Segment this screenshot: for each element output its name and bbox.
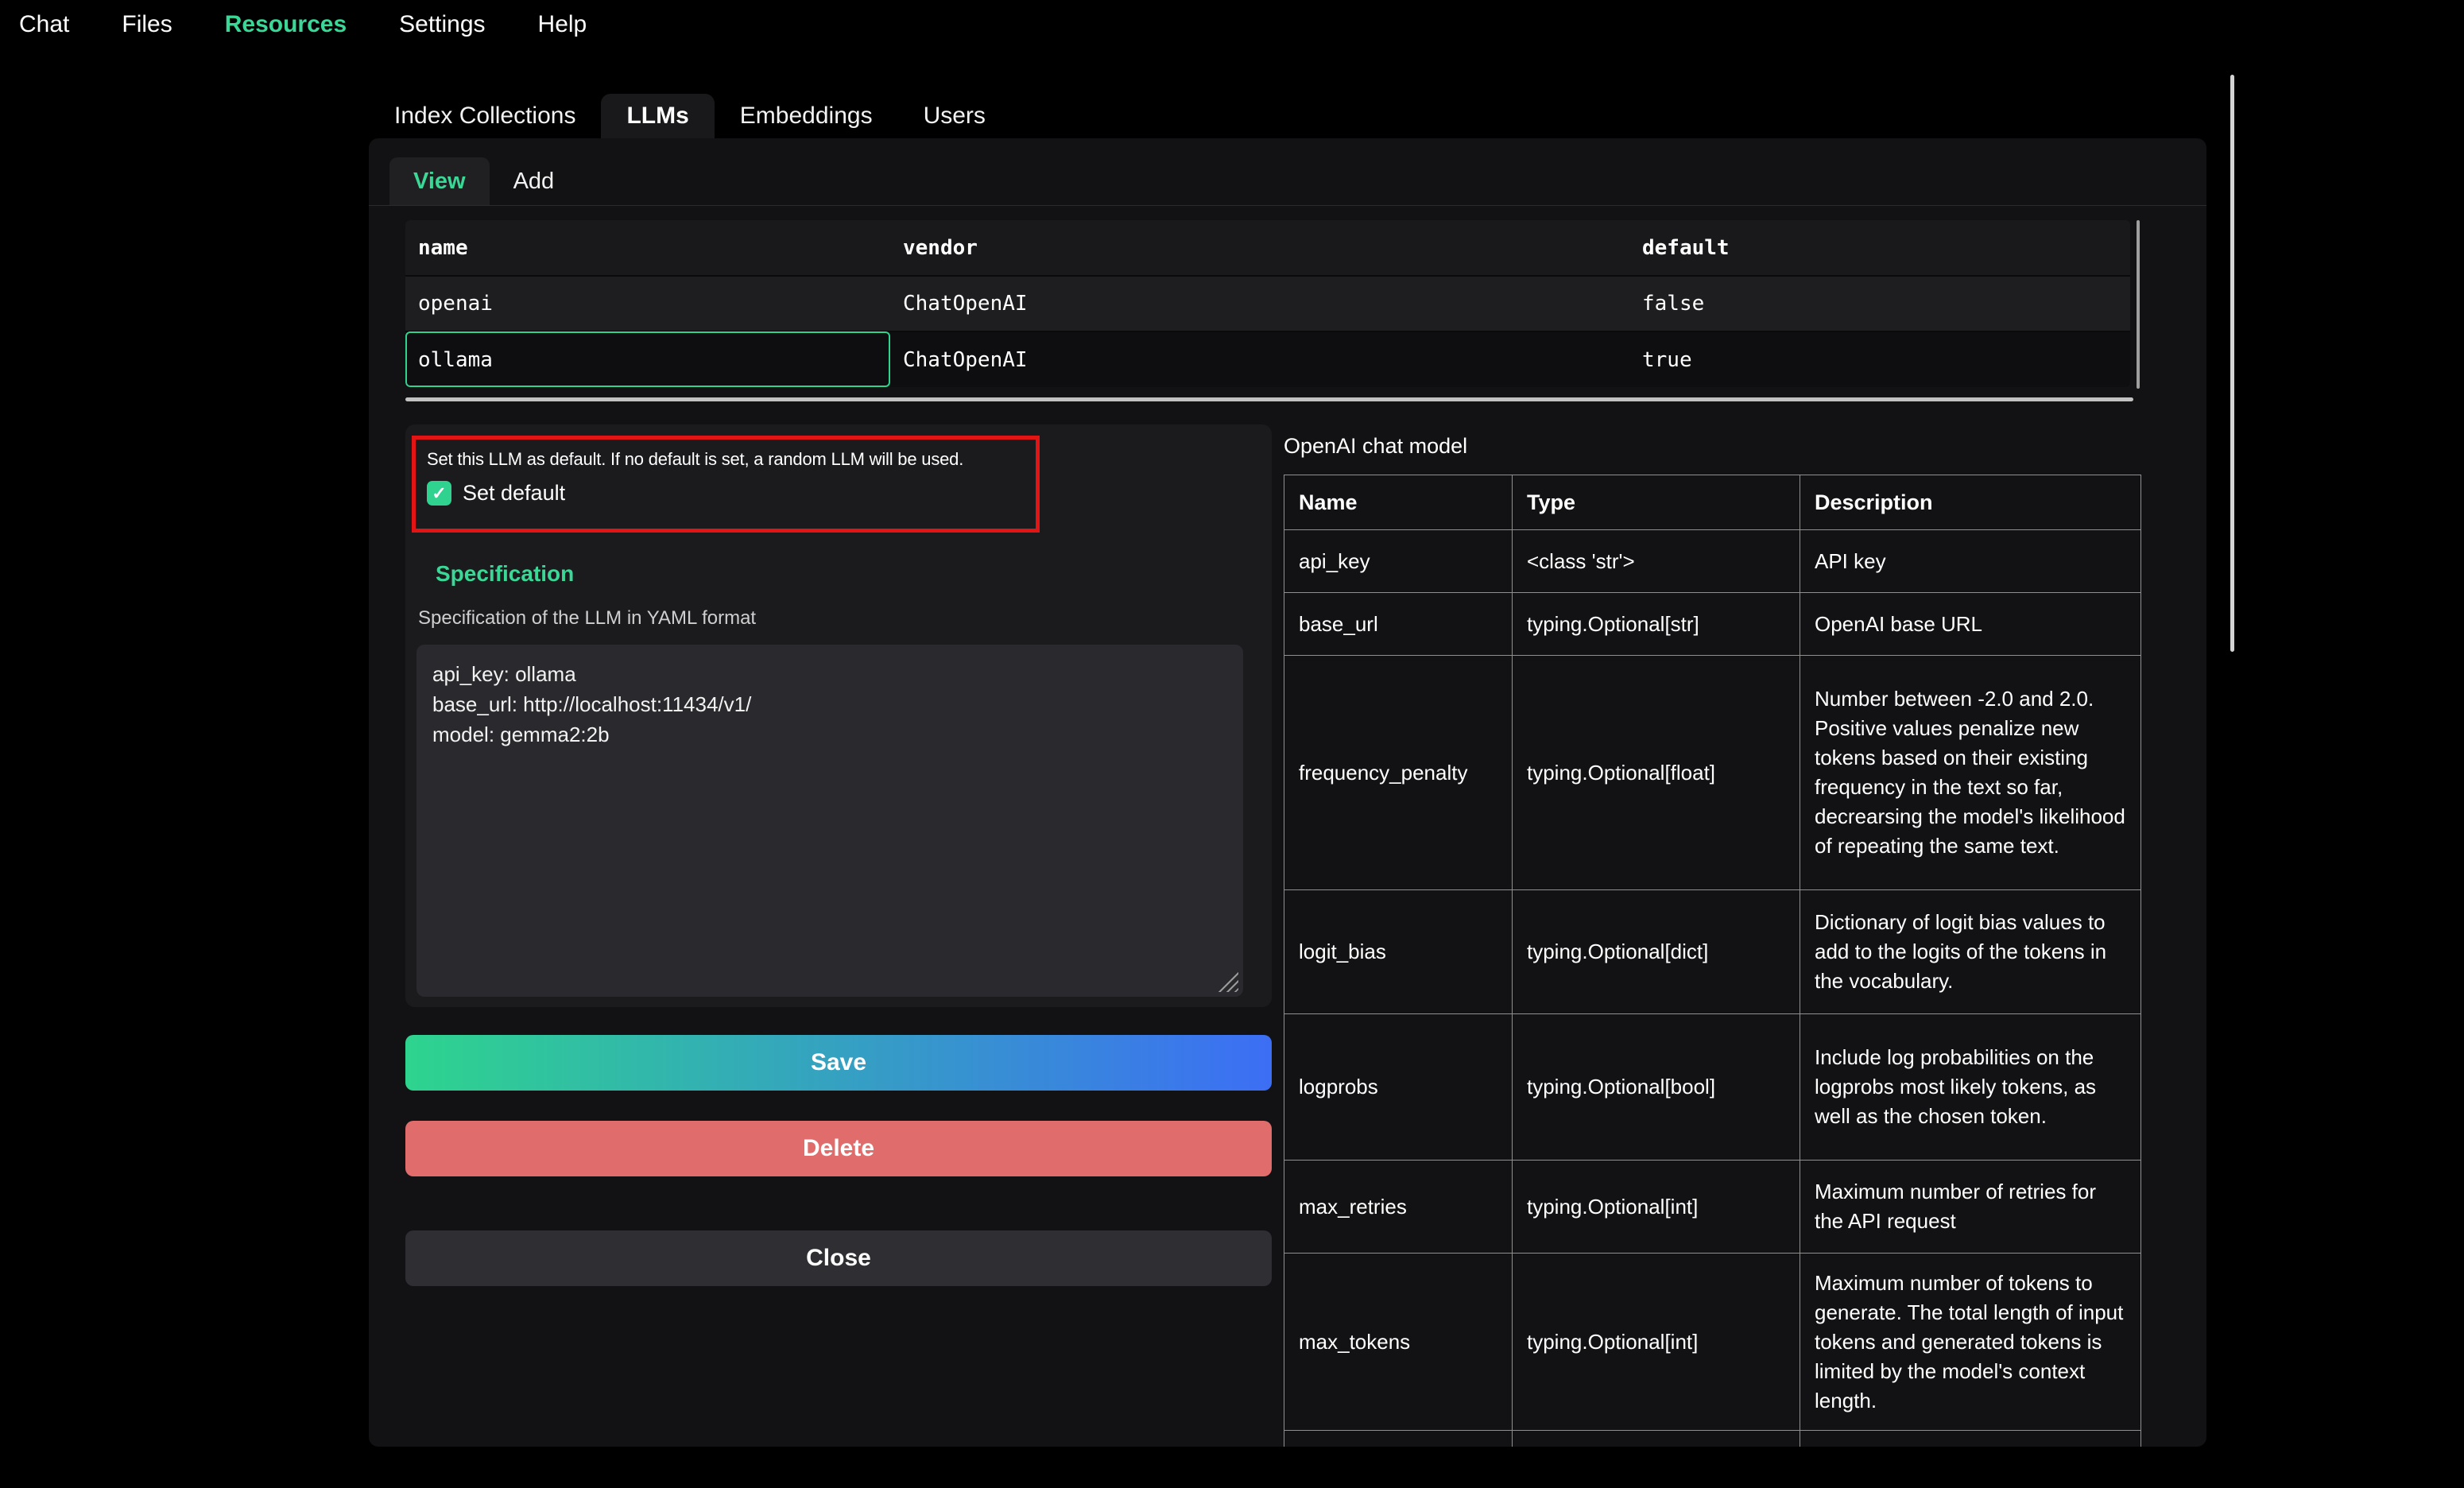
tab-embeddings[interactable]: Embeddings (715, 94, 898, 138)
doc-col-type: Type (1513, 475, 1800, 530)
llms-panel: View Add name vendor default openai Chat… (369, 138, 2206, 1447)
doc-row-api-key: api_key <class 'str'> API key (1284, 530, 2141, 593)
subtab-add[interactable]: Add (490, 157, 579, 205)
subtab-view[interactable]: View (389, 157, 490, 205)
doc-row-partial (1284, 1431, 2141, 1447)
llm-row-ollama[interactable]: ollama ChatOpenAI true (405, 331, 2130, 387)
llm-table-scrollbar-vertical[interactable] (2137, 220, 2140, 389)
delete-button[interactable]: Delete (405, 1121, 1272, 1176)
doc-row-logit-bias: logit_bias typing.Optional[dict] Diction… (1284, 890, 2141, 1014)
nav-item-help[interactable]: Help (538, 11, 587, 38)
cell-name: openai (405, 276, 890, 331)
cell-default: true (1629, 331, 2130, 387)
specification-caption: Specification of the LLM in YAML format (418, 607, 756, 630)
llm-table-scrollbar-horizontal[interactable] (405, 397, 2133, 401)
tab-llms[interactable]: LLMs (601, 94, 714, 138)
model-doc-table: Name Type Description api_key <class 'st… (1284, 475, 2141, 1447)
cell-vendor: ChatOpenAI (890, 331, 1629, 387)
default-note-text: Set this LLM as default. If no default i… (427, 449, 1026, 470)
llm-col-name: name (405, 220, 890, 276)
doc-header-row: Name Type Description (1284, 475, 2141, 530)
model-doc-title: OpenAI chat model (1284, 434, 1467, 459)
nav-item-chat[interactable]: Chat (19, 11, 69, 38)
yaml-spec-textarea[interactable]: api_key: ollama base_url: http://localho… (416, 645, 1243, 997)
doc-row-frequency-penalty: frequency_penalty typing.Optional[float]… (1284, 656, 2141, 890)
specification-heading: Specification (436, 561, 574, 587)
llm-col-default: default (1629, 220, 2130, 276)
doc-row-max-tokens: max_tokens typing.Optional[int] Maximum … (1284, 1254, 2141, 1431)
llm-list-table: name vendor default openai ChatOpenAI fa… (405, 220, 2130, 387)
page-scrollbar-thumb[interactable] (2230, 75, 2234, 652)
cell-vendor: ChatOpenAI (890, 276, 1629, 331)
top-nav: Chat Files Resources Settings Help (0, 0, 587, 49)
check-icon: ✓ (432, 485, 446, 502)
tab-users[interactable]: Users (898, 94, 1011, 138)
llm-row-openai[interactable]: openai ChatOpenAI false (405, 276, 2130, 331)
set-default-checkbox[interactable]: ✓ (427, 481, 451, 506)
view-add-subtabs: View Add (369, 157, 2206, 206)
close-button[interactable]: Close (405, 1230, 1272, 1286)
doc-col-name: Name (1284, 475, 1513, 530)
cell-name-selected[interactable]: ollama (405, 331, 890, 387)
doc-row-base-url: base_url typing.Optional[str] OpenAI bas… (1284, 593, 2141, 656)
llm-table-header-row: name vendor default (405, 220, 2130, 276)
doc-row-logprobs: logprobs typing.Optional[bool] Include l… (1284, 1014, 2141, 1161)
doc-col-description: Description (1800, 475, 2141, 530)
llm-col-vendor: vendor (890, 220, 1629, 276)
nav-item-resources[interactable]: Resources (225, 11, 347, 38)
resource-tabs: Index Collections LLMs Embeddings Users (369, 94, 1011, 138)
doc-row-max-retries: max_retries typing.Optional[int] Maximum… (1284, 1161, 2141, 1254)
set-default-label: Set default (463, 481, 565, 506)
annotation-red-box: Set this LLM as default. If no default i… (412, 436, 1040, 533)
cell-default: false (1629, 276, 2130, 331)
llm-detail-card: Set this LLM as default. If no default i… (405, 424, 1272, 1007)
save-button[interactable]: Save (405, 1035, 1272, 1091)
nav-item-settings[interactable]: Settings (399, 11, 485, 38)
nav-item-files[interactable]: Files (122, 11, 172, 38)
tab-index-collections[interactable]: Index Collections (369, 94, 601, 138)
